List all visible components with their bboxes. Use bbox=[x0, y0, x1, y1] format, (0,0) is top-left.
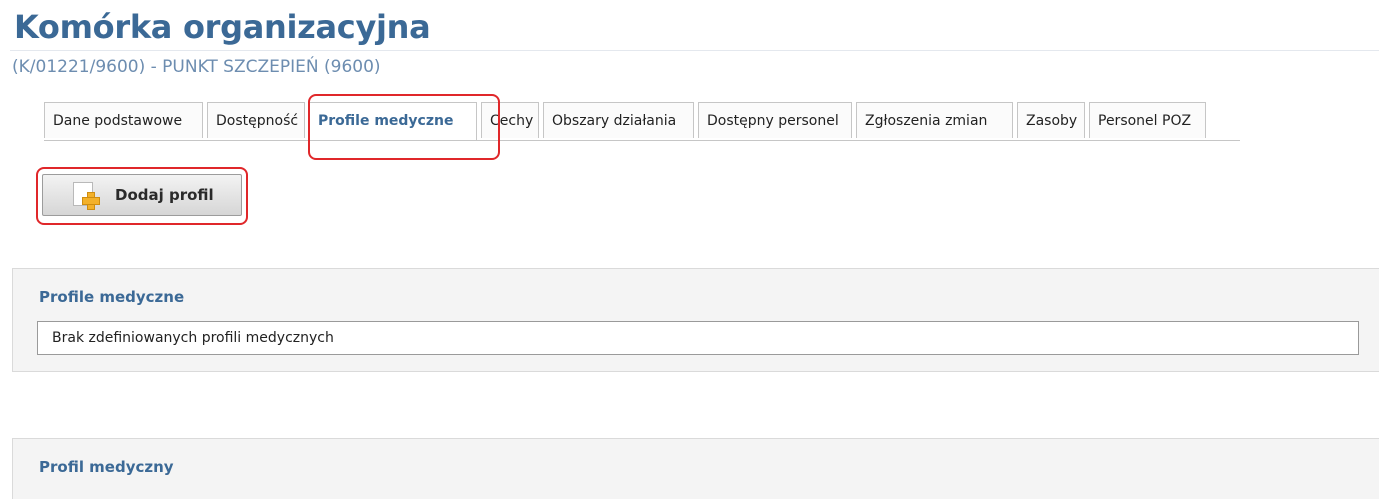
tabs-underline bbox=[44, 140, 1240, 141]
document-add-icon bbox=[71, 182, 101, 210]
profiles-empty-message: Brak zdefiniowanych profili medycznych bbox=[37, 321, 1359, 355]
add-profile-label: Dodaj profil bbox=[115, 186, 214, 204]
tab-cechy[interactable]: Cechy bbox=[481, 102, 539, 138]
tab-dostepny-personel[interactable]: Dostępny personel bbox=[698, 102, 852, 138]
tab-personel-poz[interactable]: Personel POZ bbox=[1089, 102, 1206, 138]
profiles-panel: Profile medyczne Brak zdefiniowanych pro… bbox=[12, 268, 1379, 372]
tab-obszary-dzialania[interactable]: Obszary działania bbox=[543, 102, 694, 138]
tab-zasoby[interactable]: Zasoby bbox=[1017, 102, 1085, 138]
tab-profile-medyczne[interactable]: Profile medyczne bbox=[309, 102, 477, 140]
page-subtitle: (K/01221/9600) - PUNKT SZCZEPIEŃ (9600) bbox=[12, 57, 381, 77]
tab-dane-podstawowe[interactable]: Dane podstawowe bbox=[44, 102, 203, 138]
title-divider bbox=[10, 50, 1379, 51]
add-profile-button[interactable]: Dodaj profil bbox=[42, 174, 242, 216]
tab-bar: Dane podstawowe Dostępność Profile medyc… bbox=[44, 102, 1210, 140]
profile-section-title: Profil medyczny bbox=[39, 458, 174, 476]
profiles-section-title: Profile medyczne bbox=[39, 288, 185, 306]
tab-dostepnosc[interactable]: Dostępność bbox=[207, 102, 305, 138]
page-title: Komórka organizacyjna bbox=[14, 8, 431, 46]
profile-panel: Profil medyczny bbox=[12, 438, 1379, 499]
tab-zgloszenia-zmian[interactable]: Zgłoszenia zmian bbox=[856, 102, 1013, 138]
